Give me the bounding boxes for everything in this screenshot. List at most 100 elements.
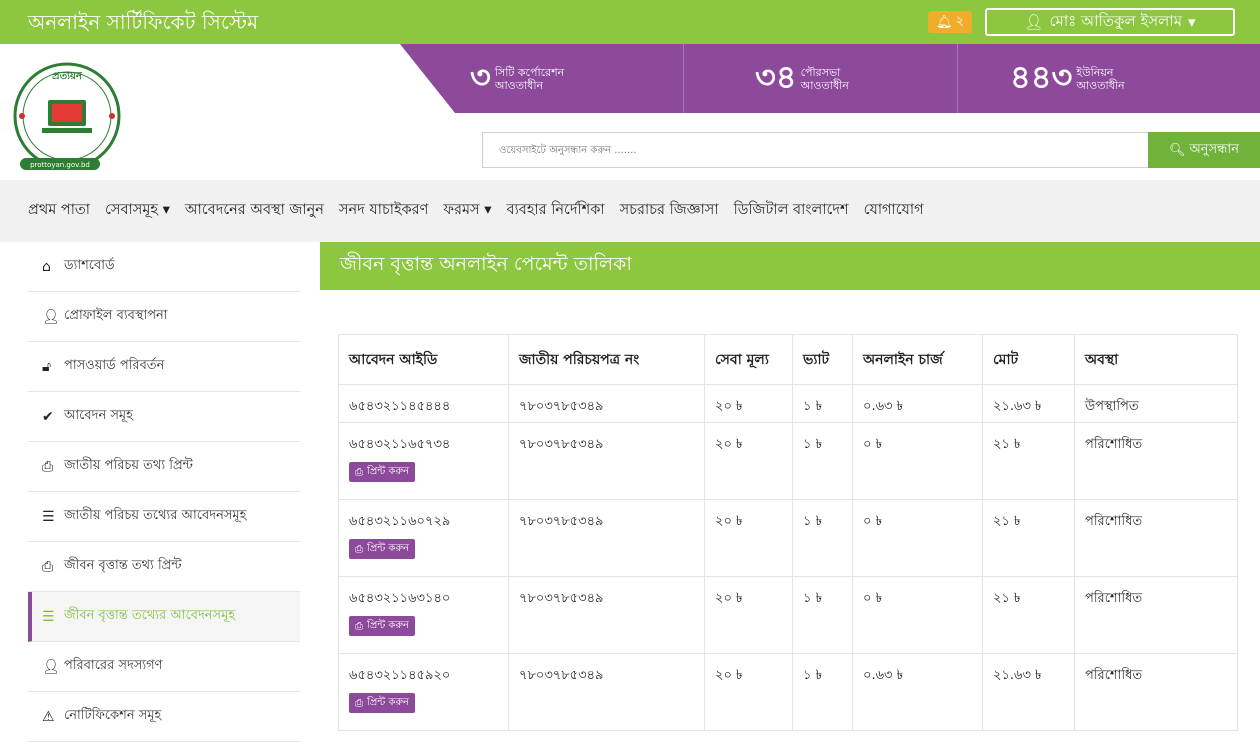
total: ২১ ৳ (982, 422, 1075, 500)
nav-contact[interactable]: যোগাযোগ (864, 199, 924, 223)
warning-icon: ⚠︎ (42, 708, 55, 725)
service-fee: ২০ ৳ (704, 422, 793, 500)
total: ২১ ৳ (982, 499, 1075, 577)
notification-button[interactable]: 🔔︎ ২ (928, 11, 972, 33)
table-row: ৬৫৪৩২১১৪৫৯২০ ⎙ প্রিন্ট করুন ৭৮০৩৭৮৫৩৪৯ ২০… (338, 653, 1238, 731)
page-title-bar: জীবন বৃত্তান্ত অনলাইন পেমেন্ট তালিকা (320, 242, 1260, 290)
search-button[interactable]: 🔍︎ অনুসন্ধান (1148, 132, 1260, 168)
online-charge: ০ ৳ (852, 576, 983, 654)
sidebar-item-password[interactable]: 🔓︎ পাসওয়ার্ড পরিবর্তন (28, 342, 300, 392)
bell-icon: 🔔︎ (936, 14, 953, 30)
notification-count: ২ (955, 13, 964, 29)
logo-text: প্রত্যয়ন (52, 71, 83, 82)
col-nid: জাতীয় পরিচয়পত্র নং (508, 334, 705, 385)
main-nav: প্রথম পাতা সেবাসমূহ ▾ আবেদনের অবস্থা জান… (0, 180, 1260, 242)
user-menu-button[interactable]: 👤︎ মোঃ আতিকুল ইসলাম ▾ (985, 8, 1235, 36)
unlock-icon: 🔓︎ (42, 358, 52, 375)
payment-table: আবেদন আইডি জাতীয় পরিচয়পত্র নং সেবা মূল… (338, 334, 1238, 731)
service-fee: ২০ ৳ (704, 499, 793, 577)
stats-banner: ৩ সিটি কর্পোরেশন আওতাধীন ৩৪ পৌরসভা আওতাধীন… (400, 44, 1260, 113)
sidebar-item-nid-applications[interactable]: ☰ জাতীয় পরিচয় তথ্যের আবেদনসমূহ (28, 492, 300, 542)
vat: ১ ৳ (792, 499, 853, 577)
user-icon: 👤︎ (1024, 13, 1044, 31)
sidebar-item-notifications[interactable]: ⚠︎ নোটিফিকেশন সমূহ (28, 692, 300, 742)
sidebar-item-nid-print[interactable]: ⎙ জাতীয় পরিচয় তথ্য প্রিন্ট (28, 442, 300, 492)
nav-certificate-verification[interactable]: সনদ যাচাইকরণ (339, 199, 428, 223)
total: ২১ ৳ (982, 576, 1075, 654)
nav-home[interactable]: প্রথম পাতা (28, 199, 90, 223)
print-button[interactable]: ⎙ প্রিন্ট করুন (349, 462, 416, 482)
nid-number: ৭৮০৩৭৮৫৩৪৯ (508, 576, 705, 654)
sidebar-item-bio-applications[interactable]: ☰ জীবন বৃত্তান্ত তথ্যের আবেদনসমূহ (28, 592, 300, 642)
col-application-id: আবেদন আইডি (338, 334, 509, 385)
application-id: ৬৫৪৩২১১৪৫৯২০ (349, 668, 451, 683)
main-content: জীবন বৃত্তান্ত অনলাইন পেমেন্ট তালিকা আবে… (320, 242, 1260, 745)
col-vat: ভ্যাট (792, 334, 853, 385)
online-charge: ০.৬৩ ৳ (852, 384, 983, 423)
user-icon: 👤︎ (42, 658, 60, 675)
sidebar-item-family-members[interactable]: 👤︎ পরিবারের সদস্যগণ (28, 642, 300, 692)
stat-divider (683, 44, 684, 113)
sidebar-item-bio-print[interactable]: ⎙ জীবন বৃত্তান্ত তথ্য প্রিন্ট (28, 542, 300, 592)
table-row: ৬৫৪৩২১১৬৫৭৩৪ ⎙ প্রিন্ট করুন ৭৮০৩৭৮৫৩৪৯ ২০… (338, 422, 1238, 500)
sidebar-item-dashboard[interactable]: ⌂ ড্যাশবোর্ড (28, 242, 300, 292)
status: উপস্থাপিত (1074, 384, 1238, 423)
sidebar-item-profile[interactable]: 👤︎ প্রোফাইল ব্যবস্থাপনা (28, 292, 300, 342)
vat: ১ ৳ (792, 422, 853, 500)
nid-number: ৭৮০৩৭৮৫৩৪৯ (508, 384, 705, 423)
service-fee: ২০ ৳ (704, 384, 793, 423)
search-icon: 🔍︎ (1169, 142, 1186, 158)
nav-user-guide[interactable]: ব্যবহার নির্দেশিকা (507, 199, 605, 223)
print-icon: ⎙ (42, 558, 54, 575)
user-icon: 👤︎ (42, 308, 60, 325)
service-fee: ২০ ৳ (704, 653, 793, 731)
col-status: অবস্থা (1074, 334, 1238, 385)
nid-number: ৭৮০৩৭৮৫৩৪৯ (508, 422, 705, 500)
service-fee: ২০ ৳ (704, 576, 793, 654)
search-bar: 🔍︎ অনুসন্ধান (482, 132, 1260, 168)
site-header: প্রত্যয়ন prottoyan.gov.bd ৩ সিটি কর্পোর… (0, 44, 1260, 180)
stat-city-corporation: ৩ সিটি কর্পোরেশন আওতাধীন (470, 57, 565, 96)
online-charge: ০ ৳ (852, 422, 983, 500)
application-id: ৬৫৪৩২১১৬৫৭৩৪ (349, 437, 451, 452)
status: পরিশোধিত (1074, 422, 1238, 500)
table-row: ৬৫৪৩২১১৬০৭২৯ ⎙ প্রিন্ট করুন ৭৮০৩৭৮৫৩৪৯ ২০… (338, 499, 1238, 577)
top-bar: অনলাইন সার্টিফিকেট সিস্টেম 🔔︎ ২ 👤︎ মোঃ আ… (0, 0, 1260, 44)
caret-down-icon: ▾ (1188, 13, 1196, 31)
stat-union: ৪৪৩ ইউনিয়ন আওতাধীন (1010, 57, 1125, 96)
nav-services[interactable]: সেবাসমূহ ▾ (105, 199, 170, 223)
col-online-charge: অনলাইন চার্জ (852, 334, 983, 385)
col-total: মোট (982, 334, 1075, 385)
table-row: ৬৫৪৩২১১৪৫৪৪৪ ৭৮০৩৭৮৫৩৪৯ ২০ ৳ ১ ৳ ০.৬৩ ৳ … (338, 384, 1238, 423)
list-icon: ☰ (42, 608, 55, 625)
sidebar-item-applications[interactable]: ✔ আবেদন সমূহ (28, 392, 300, 442)
application-id: ৬৫৪৩২১১৬০৭২৯ (349, 514, 451, 529)
stat-divider (957, 44, 958, 113)
print-icon: ⎙ (42, 458, 54, 475)
print-icon: ⎙ (355, 466, 363, 478)
nav-forms[interactable]: ফরমস ▾ (443, 199, 491, 223)
application-id: ৬৫৪৩২১১৬৩১৪০ (349, 591, 451, 606)
print-button[interactable]: ⎙ প্রিন্ট করুন (349, 616, 416, 636)
total: ২১.৬৩ ৳ (982, 384, 1075, 423)
print-button[interactable]: ⎙ প্রিন্ট করুন (349, 693, 416, 713)
online-charge: ০.৬৩ ৳ (852, 653, 983, 731)
table-row: ৬৫৪৩২১১৬৩১৪০ ⎙ প্রিন্ট করুন ৭৮০৩৭৮৫৩৪৯ ২০… (338, 576, 1238, 654)
site-brand[interactable]: অনলাইন সার্টিফিকেট সিস্টেম (28, 8, 258, 41)
user-name: মোঃ আতিকুল ইসলাম (1049, 11, 1183, 30)
print-button[interactable]: ⎙ প্রিন্ট করুন (349, 539, 416, 559)
nav-digital-bangladesh[interactable]: ডিজিটাল বাংলাদেশ (734, 199, 849, 223)
status: পরিশোধিত (1074, 653, 1238, 731)
sidebar: ⌂ ড্যাশবোর্ড 👤︎ প্রোফাইল ব্যবস্থাপনা 🔓︎ … (28, 242, 300, 745)
print-icon: ⎙ (355, 620, 363, 632)
nid-number: ৭৮০৩৭৮৫৩৪৯ (508, 499, 705, 577)
search-input[interactable] (482, 132, 1148, 168)
online-charge: ০ ৳ (852, 499, 983, 577)
check-icon: ✔ (42, 408, 54, 425)
nav-application-status[interactable]: আবেদনের অবস্থা জানুন (185, 199, 324, 223)
col-fee: সেবা মূল্য (704, 334, 793, 385)
print-icon: ⎙ (355, 543, 363, 555)
stat-municipality: ৩৪ পৌরসভা আওতাধীন (755, 57, 849, 96)
nav-faq[interactable]: সচরাচর জিজ্ঞাসা (620, 199, 719, 223)
prottoyan-logo[interactable]: প্রত্যয়ন prottoyan.gov.bd (12, 54, 122, 178)
